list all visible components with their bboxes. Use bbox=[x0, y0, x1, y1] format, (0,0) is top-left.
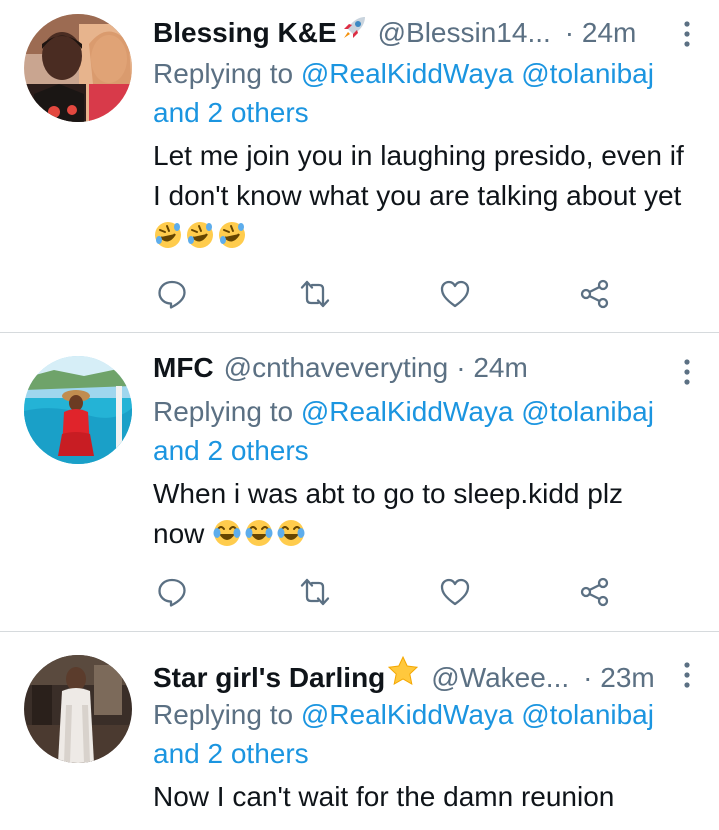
star-icon bbox=[387, 655, 419, 687]
tears-of-joy-emoji bbox=[276, 518, 306, 548]
tweet-content: Blessing K&E @Blessin14... · 24m Replyin… bbox=[153, 14, 695, 256]
display-name[interactable]: Blessing K&E bbox=[153, 17, 337, 49]
mention-link[interactable]: @tolanibaj bbox=[521, 396, 654, 427]
timestamp[interactable]: · 23m bbox=[583, 662, 655, 694]
tweet-item[interactable]: Star girl's Darling @Wakee... · 23m Repl… bbox=[0, 655, 719, 830]
more-options-icon[interactable] bbox=[679, 661, 695, 689]
replying-to: Replying to @RealKiddWaya @tolanibaj and… bbox=[153, 58, 654, 128]
avatar-image bbox=[24, 655, 132, 763]
reply-icon[interactable] bbox=[154, 276, 190, 312]
avatar[interactable] bbox=[24, 655, 132, 763]
avatar-image bbox=[24, 356, 132, 464]
retweet-icon[interactable] bbox=[297, 276, 333, 312]
mention-link[interactable]: @RealKiddWaya bbox=[301, 58, 514, 89]
tweet-text: When i was abt to go to sleep.kidd plz n… bbox=[153, 478, 624, 549]
mention-link[interactable]: @RealKiddWaya bbox=[301, 396, 514, 427]
avatar[interactable] bbox=[24, 14, 132, 122]
mention-link[interactable]: @RealKiddWaya bbox=[301, 699, 514, 730]
others-link[interactable]: and 2 others bbox=[153, 97, 309, 128]
others-link[interactable]: and 2 others bbox=[153, 738, 309, 769]
tears-of-joy-emoji bbox=[244, 518, 274, 548]
user-handle[interactable]: @Wakee... bbox=[431, 662, 569, 694]
tweet-text: Now I can't wait for the damn reunion bbox=[153, 781, 615, 812]
display-name[interactable]: Star girl's Darling bbox=[153, 662, 385, 694]
tweet-item[interactable]: MFC @cnthaveveryting · 24m Replying to @… bbox=[0, 352, 719, 631]
tweet-actions bbox=[0, 574, 719, 614]
more-options-icon[interactable] bbox=[679, 20, 695, 48]
rocket-icon bbox=[340, 14, 368, 42]
timestamp[interactable]: · 24m bbox=[565, 17, 637, 49]
tweet-item[interactable]: Blessing K&E @Blessin14... · 24m Replyin… bbox=[0, 14, 719, 332]
mention-link[interactable]: @tolanibaj bbox=[521, 699, 654, 730]
retweet-icon[interactable] bbox=[297, 574, 333, 610]
replying-to: Replying to @RealKiddWaya @tolanibaj and… bbox=[153, 699, 654, 769]
tweet-header: MFC @cnthaveveryting · 24m bbox=[153, 352, 695, 392]
tweet-content: MFC @cnthaveveryting · 24m Replying to @… bbox=[153, 352, 695, 554]
tears-of-joy-emoji bbox=[212, 518, 242, 548]
rolling-laughing-emoji bbox=[153, 220, 183, 250]
divider bbox=[0, 332, 719, 333]
display-name[interactable]: MFC bbox=[153, 352, 214, 384]
share-icon[interactable] bbox=[577, 276, 613, 312]
user-handle[interactable]: @Blessin14... bbox=[378, 17, 551, 49]
rolling-laughing-emoji bbox=[185, 220, 215, 250]
tweet-content: Star girl's Darling @Wakee... · 23m Repl… bbox=[153, 655, 695, 817]
tweet-header: Blessing K&E @Blessin14... · 24m bbox=[153, 14, 695, 54]
avatar-image bbox=[24, 14, 132, 122]
more-options-icon[interactable] bbox=[679, 358, 695, 386]
like-icon[interactable] bbox=[437, 276, 473, 312]
others-link[interactable]: and 2 others bbox=[153, 435, 309, 466]
reply-feed: Blessing K&E @Blessin14... · 24m Replyin… bbox=[0, 0, 719, 830]
mention-link[interactable]: @tolanibaj bbox=[521, 58, 654, 89]
rolling-laughing-emoji bbox=[217, 220, 247, 250]
share-icon[interactable] bbox=[577, 574, 613, 610]
tweet-text: Let me join you in laughing presido, eve… bbox=[153, 136, 695, 256]
user-handle[interactable]: @cnthaveveryting bbox=[224, 352, 449, 384]
tweet-header: Star girl's Darling @Wakee... · 23m bbox=[153, 655, 695, 695]
replying-to: Replying to @RealKiddWaya @tolanibaj and… bbox=[153, 396, 654, 466]
timestamp[interactable]: · 24m bbox=[456, 352, 528, 384]
like-icon[interactable] bbox=[437, 574, 473, 610]
tweet-actions bbox=[0, 276, 719, 316]
avatar[interactable] bbox=[24, 356, 132, 464]
divider bbox=[0, 631, 719, 632]
reply-icon[interactable] bbox=[154, 574, 190, 610]
